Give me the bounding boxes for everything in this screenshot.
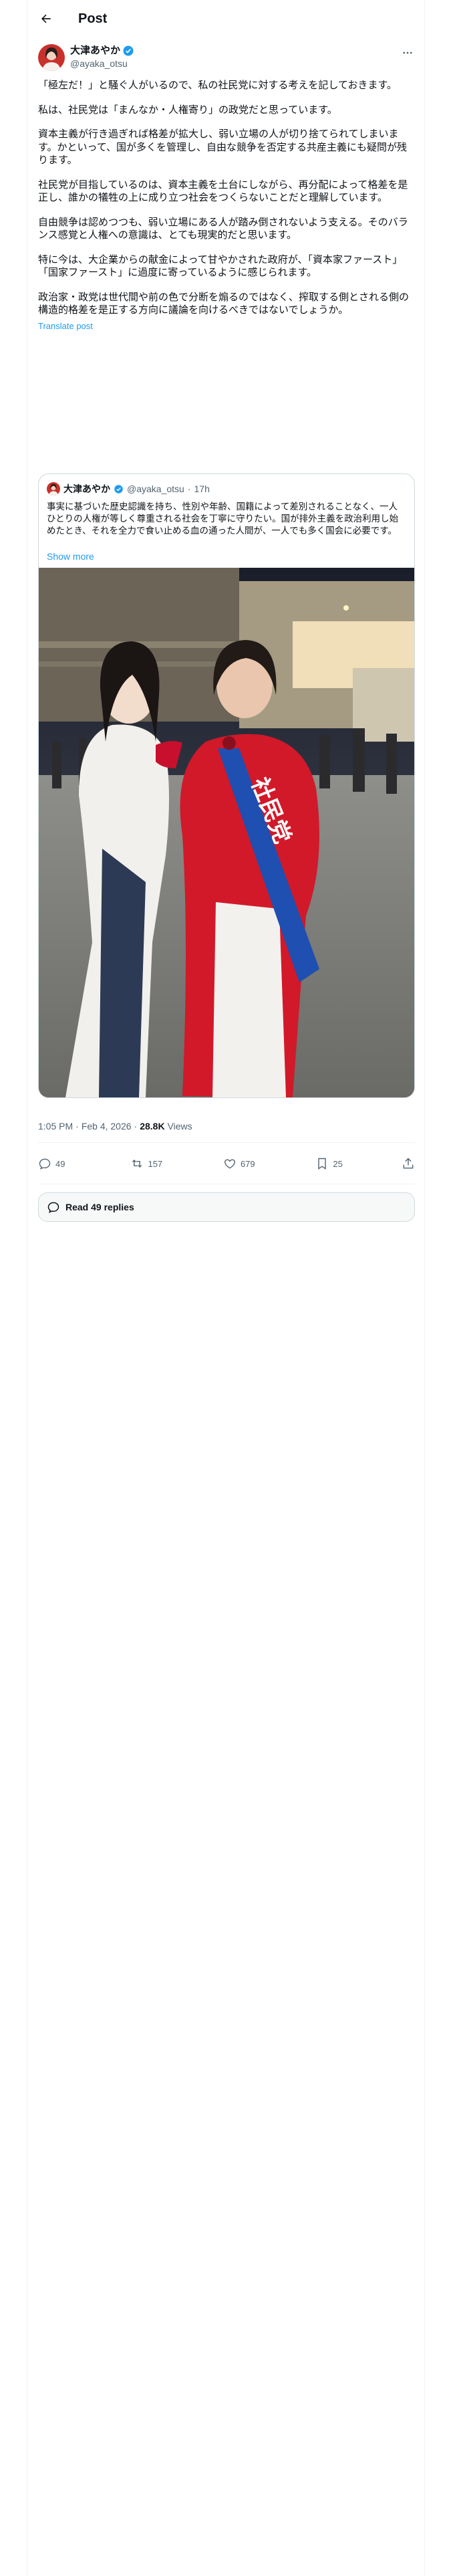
author-name-row: 大津あやか <box>70 44 134 58</box>
post-header: Post <box>27 0 426 37</box>
verified-badge-icon <box>114 484 123 494</box>
quote-photo[interactable]: 社民党 <box>39 568 414 1097</box>
page-title: Post <box>78 11 108 26</box>
reply-icon <box>39 1158 51 1170</box>
post-paragraph: 政治家・政党は世代間や前の色で分断を煽るのではなく、搾取する側とされる側の構造的… <box>38 291 410 316</box>
repost-icon <box>132 1159 142 1168</box>
quoted-post[interactable]: 大津あやか @ayaka_otsu · 17h 事実に基づいた歴史認識を持ち、性… <box>38 473 415 1098</box>
reply-icon <box>47 1202 59 1213</box>
post-timestamp: 1:05 PM · Feb 4, 2026 · 28.8K Views <box>38 1119 192 1133</box>
reply-button[interactable]: 49 <box>38 1157 130 1170</box>
translate-post-link[interactable]: Translate post <box>38 320 415 332</box>
views-label: Views <box>167 1121 192 1132</box>
bookmark-count: 25 <box>333 1158 343 1169</box>
like-button[interactable]: 679 <box>223 1157 315 1170</box>
post-column: Post 大津あやか @ayaka_otsu 「極左だ！」と騒ぐ人がいるので、私… <box>27 0 425 2576</box>
author-name[interactable]: 大津あやか <box>70 44 120 58</box>
post-date[interactable]: Feb 4, 2026 <box>82 1119 132 1133</box>
post-text: 「極左だ！」と騒ぐ人がいるので、私の社民党に対する考えを記しておきます。 私は、… <box>38 79 415 332</box>
separator-dot: · <box>187 484 191 494</box>
post-paragraph: 「極左だ！」と騒ぐ人がいるので、私の社民党に対する考えを記しておきます。 <box>38 80 398 91</box>
post-paragraph: 社民党が目指しているのは、資本主義を土台にしながら、再分配によって格差を是正し、… <box>38 179 408 204</box>
post-paragraph: 私は、社民党は「まんなか・人権寄り」の政党だと思っています。 <box>38 104 337 116</box>
show-more-link[interactable]: Show more <box>47 550 94 562</box>
divider <box>38 1142 415 1143</box>
back-button[interactable] <box>37 9 55 28</box>
more-dots-icon <box>403 51 412 54</box>
share-icon <box>403 1158 414 1169</box>
view-count: 28.8K <box>140 1121 165 1132</box>
repost-button[interactable]: 157 <box>130 1157 222 1170</box>
author-handle[interactable]: @ayaka_otsu <box>70 58 128 70</box>
separator-dot: · <box>134 1121 138 1132</box>
post-paragraph: 特に今は、大企業からの献金によって甘やかされた政府が、「資本家ファースト」「国家… <box>38 253 403 279</box>
verified-badge-icon <box>123 45 134 56</box>
share-button[interactable] <box>402 1157 415 1170</box>
post-author: 大津あやか @ayaka_otsu <box>38 43 415 72</box>
post-paragraph: 資本主義が行き過ぎれば格差が拡大し、弱い立場の人が切り捨てられてしまいます。かと… <box>38 128 408 166</box>
quote-timestamp: 17h <box>194 484 210 494</box>
reply-count: 49 <box>55 1158 65 1169</box>
bookmark-icon <box>318 1158 327 1170</box>
bookmark-button[interactable]: 25 <box>315 1157 402 1170</box>
read-replies-label: Read 49 replies <box>65 1202 134 1212</box>
post-paragraph: 自由競争は認めつつも、弱い立場にある人が踏み倒されないよう支える。そのバランス感… <box>38 216 408 241</box>
quote-author-handle: @ayaka_otsu <box>127 484 184 494</box>
action-bar: 49 157 679 25 <box>38 1152 415 1176</box>
back-arrow-icon <box>41 14 51 23</box>
separator-dot: · <box>76 1121 79 1132</box>
like-count: 679 <box>240 1158 255 1169</box>
repost-count: 157 <box>148 1158 163 1169</box>
post-time[interactable]: 1:05 PM <box>38 1119 73 1133</box>
quote-author-name: 大津あやか <box>63 484 110 494</box>
quote-header: 大津あやか @ayaka_otsu · 17h <box>47 482 210 496</box>
avatar <box>47 482 60 496</box>
more-options-button[interactable] <box>400 45 415 60</box>
avatar[interactable] <box>38 44 65 71</box>
quote-text: 事実に基づいた歴史認識を持ち、性別や年齢、国籍によって差別されることなく、一人ひ… <box>47 502 399 536</box>
heart-icon <box>224 1159 235 1169</box>
read-replies-button[interactable]: Read 49 replies <box>38 1192 415 1222</box>
